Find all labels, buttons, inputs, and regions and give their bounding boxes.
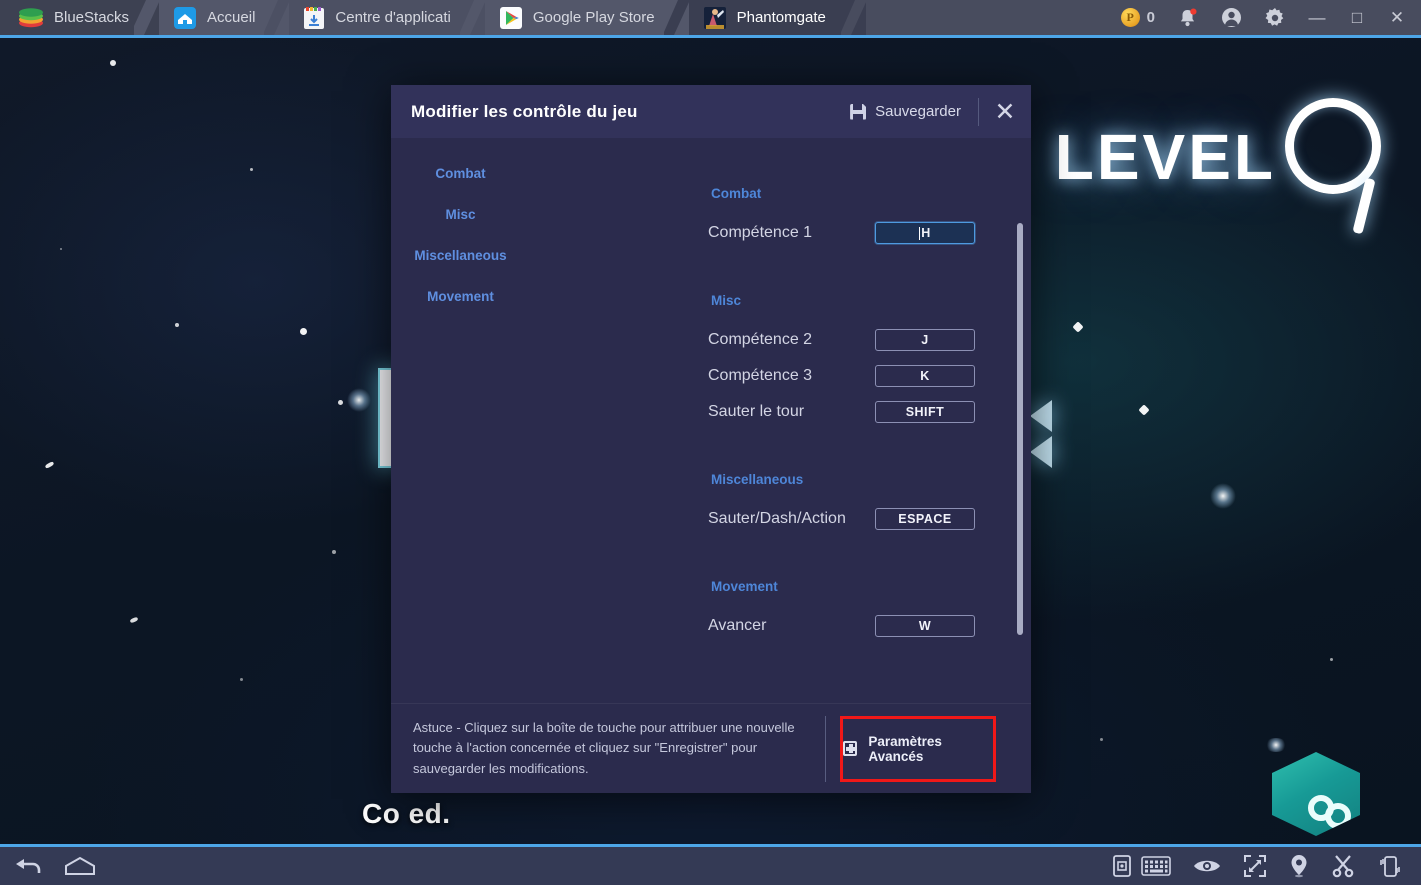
nav-item-movement[interactable]: Movement [427,289,494,304]
google-play-icon [499,6,523,30]
location-icon[interactable] [1289,847,1309,885]
close-window-button[interactable]: ✕ [1377,0,1417,35]
tab-label: Centre d'applicati [335,9,451,26]
dialog-header: Modifier les contrôle du jeu Sauvegarder… [391,85,1031,138]
keyboard-controls-icon[interactable] [1141,847,1171,885]
keybind-box[interactable]: J [875,329,975,351]
tab-phantomgate[interactable]: Phantomgate [688,0,867,35]
brand-label: BlueStacks [54,9,130,26]
bluestacks-bottombar [0,847,1421,885]
control-action-label: Sauter/Dash/Action [708,510,846,527]
nav-item-miscellaneous[interactable]: Miscellaneous [414,248,506,263]
control-action-label: Compétence 1 [708,224,813,241]
level-label: LEVEL [1054,121,1276,193]
bottombar-left [0,847,96,885]
group-title-combat: Combat [711,186,762,201]
keybind-value: H [921,226,931,240]
tip-text: Astuce - Cliquez sur la boîte de touche … [413,720,795,776]
bluestacks-brand[interactable]: BlueStacks [0,0,161,35]
tab-label: Google Play Store [532,9,655,26]
dialog-scrollbar[interactable] [1017,223,1023,703]
dialog-footer: Astuce - Cliquez sur la boîte de touche … [391,703,1031,793]
maximize-button[interactable]: □ [1337,0,1377,35]
advanced-settings-button[interactable]: Paramètres Avancés [843,719,993,779]
tab-label: Accueil [207,9,256,26]
dialog-title: Modifier les contrôle du jeu [411,101,638,121]
group-title-movement: Movement [711,579,778,594]
bell-icon[interactable] [1165,0,1209,35]
edit-game-controls-dialog: Modifier les contrôle du jeu Sauvegarder… [391,85,1031,793]
link-chain-icon [1272,752,1360,836]
bottombar-accent-line [0,844,1421,847]
link-hex-button[interactable] [1272,752,1360,836]
eye-icon[interactable] [1193,847,1221,885]
tab-centre-applications[interactable]: Centre d'applicati [289,0,486,35]
gear-icon[interactable] [1253,0,1297,35]
nav-item-combat[interactable]: Combat [435,166,485,181]
footer-divider [825,715,826,782]
control-action-label: Compétence 2 [708,331,813,348]
control-action-label: Compétence 3 [708,367,813,384]
group-title-miscellaneous: Miscellaneous [711,472,804,487]
points-indicator[interactable]: P 0 [1115,8,1165,27]
background-text: Co ed. [362,798,451,829]
control-row: Sauter le tour SHIFT [708,394,1031,430]
user-avatar-icon[interactable] [1209,0,1253,35]
dialog-category-nav: Combat Misc Miscellaneous Movement [391,138,530,703]
bottombar-right [1113,847,1421,885]
coin-count: 0 [1146,9,1155,26]
group-title-misc: Misc [711,293,742,308]
save-disk-icon [850,103,867,120]
nav-item-misc[interactable]: Misc [445,207,475,222]
controls-list: Combat Compétence 1 H Misc Compétence 2 … [530,138,1031,703]
control-row: Compétence 2 J [708,322,1031,358]
keybind-box[interactable]: K [875,365,975,387]
back-icon[interactable] [12,847,42,885]
close-icon[interactable]: ✕ [979,85,1031,138]
advanced-settings-label: Paramètres Avancés [868,733,942,764]
keybind-box[interactable]: W [875,615,975,637]
tab-google-play-store[interactable]: Google Play Store [484,0,690,35]
home-icon[interactable] [64,847,96,885]
tabbar-spacer [865,0,1115,35]
tabbar-accent-line [0,35,1421,38]
multi-instance-icon[interactable] [1113,847,1131,885]
titlebar-actions: P 0 — □ ✕ [1114,0,1421,35]
save-button[interactable]: Sauvegarder [833,85,978,138]
keybind-box[interactable]: H [875,222,975,244]
shake-device-icon[interactable] [1377,847,1403,885]
home-icon [173,6,197,30]
minimize-button[interactable]: — [1297,0,1337,35]
bluestacks-logo-icon [18,7,44,28]
fullscreen-icon[interactable] [1243,847,1267,885]
tab-accueil[interactable]: Accueil [159,0,291,35]
bluestacks-window: LEVEL Co ed. BlueStacks Accueil Centre d… [0,0,1421,885]
control-row: Compétence 3 K [708,358,1031,394]
coin-icon: P [1120,8,1140,27]
keybind-box[interactable]: SHIFT [875,401,975,423]
control-action-label: Avancer [708,617,767,634]
scrollbar-thumb[interactable] [1017,223,1023,635]
advanced-settings-icon [843,741,858,756]
save-label: Sauvegarder [875,103,961,120]
control-action-label: Sauter le tour [708,403,805,420]
phantomgate-game-icon [703,6,727,30]
control-row: Avancer W [708,608,1031,644]
control-row: Sauter/Dash/Action ESPACE [708,501,1031,537]
dialog-body: Combat Misc Miscellaneous Movement Comba… [391,138,1031,703]
scissors-icon[interactable] [1331,847,1355,885]
keybind-box[interactable]: ESPACE [875,508,975,530]
control-row: Compétence 1 H [708,215,1031,251]
app-center-icon [303,6,325,30]
bluestacks-tabbar: BlueStacks Accueil Centre d'applicati Go… [0,0,1421,35]
advanced-settings-highlight: Paramètres Avancés [840,715,996,782]
chevron-left-icon [1030,400,1052,472]
tab-label: Phantomgate [736,9,826,26]
